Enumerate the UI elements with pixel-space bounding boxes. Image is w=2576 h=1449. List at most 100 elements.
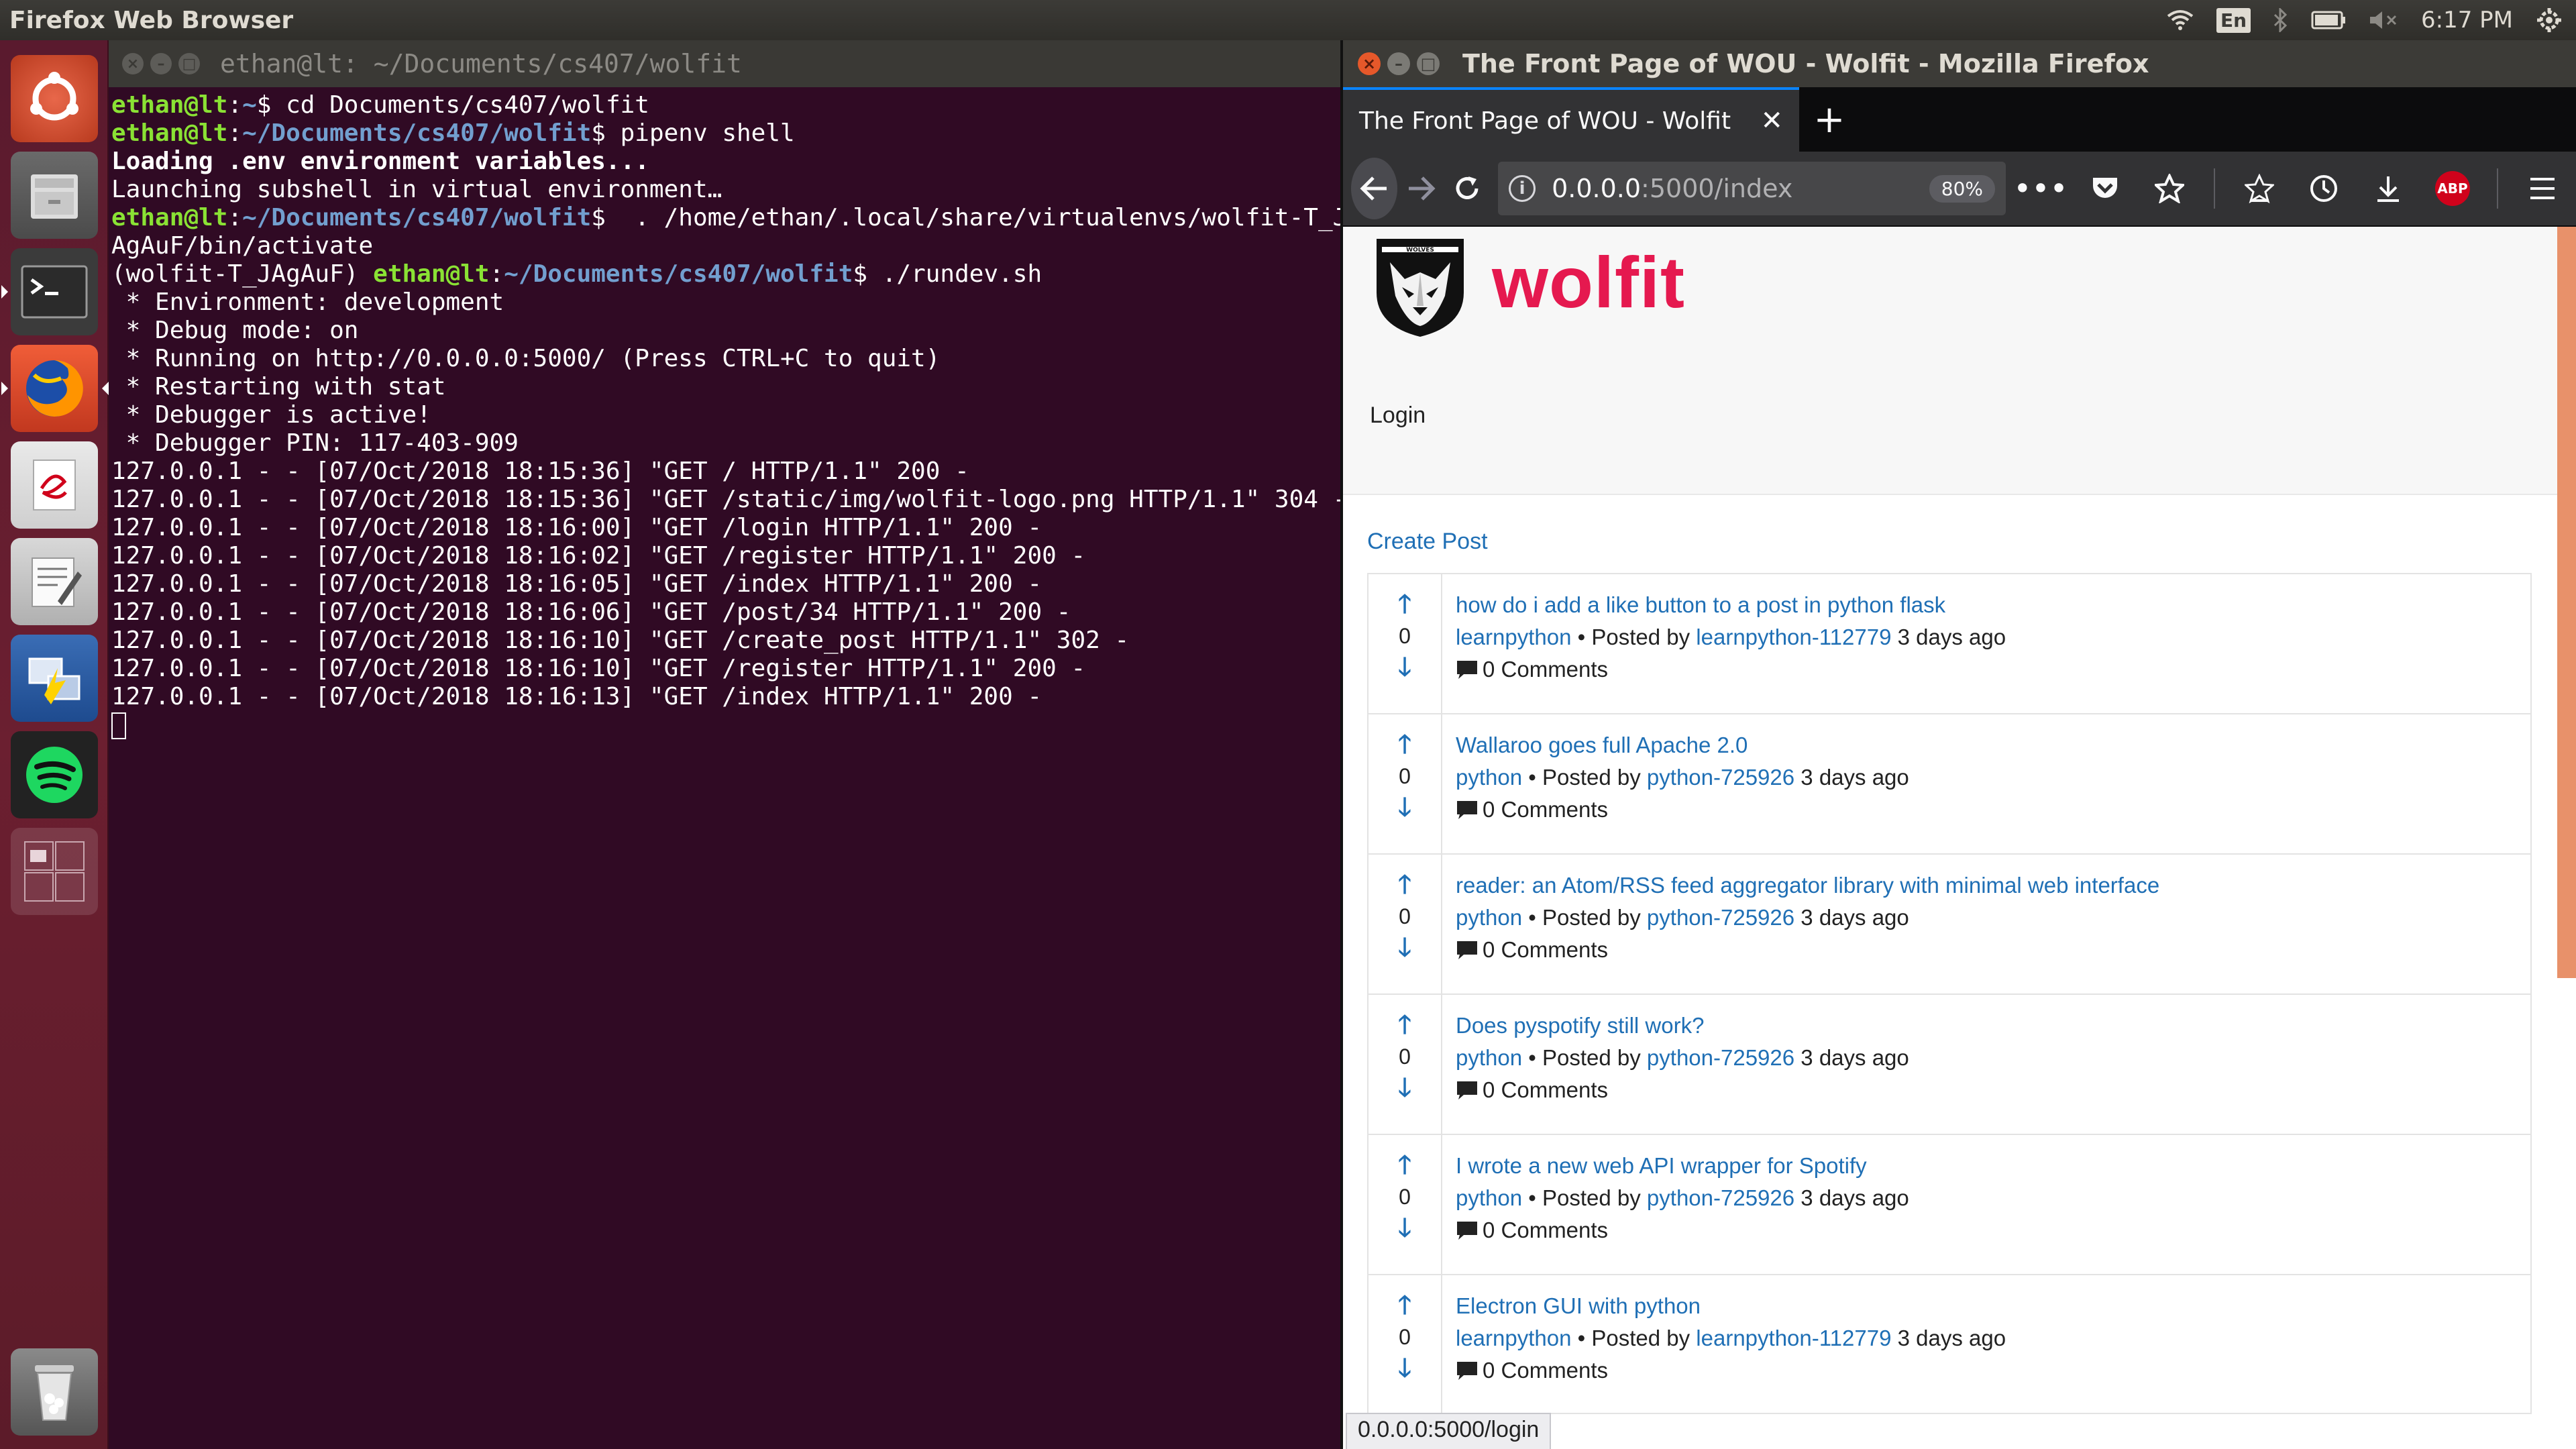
window-title: The Front Page of WOU - Wolfit - Mozilla…	[1462, 49, 2149, 78]
pocket-icon[interactable]	[2080, 158, 2131, 219]
post-title-link[interactable]: Does pyspotify still work?	[1456, 1010, 1909, 1042]
keyboard-layout-indicator[interactable]: En	[2216, 7, 2251, 33]
tab-wolfit[interactable]: The Front Page of WOU - Wolfit ✕	[1343, 87, 1799, 152]
downvote-arrow-icon[interactable]: 🡓	[1398, 652, 1411, 683]
upvote-arrow-icon[interactable]: 🡑	[1398, 1290, 1411, 1321]
library-icon[interactable]	[2234, 158, 2285, 219]
upvote-arrow-icon[interactable]: 🡑	[1398, 1150, 1411, 1181]
terminal-window[interactable]: × – □ ethan@lt: ~/Documents/cs407/wolfit…	[109, 40, 1340, 1449]
zoom-indicator[interactable]: 80%	[1929, 174, 1995, 203]
category-link[interactable]: python	[1456, 905, 1522, 930]
comments-link[interactable]: 0 Comments	[1456, 1354, 2006, 1387]
category-link[interactable]: python	[1456, 1185, 1522, 1210]
hamburger-menu-icon[interactable]	[2517, 158, 2568, 219]
url-text[interactable]: 0.0.0.0:5000/index	[1552, 174, 1929, 203]
category-link[interactable]: learnpython	[1456, 625, 1571, 649]
upvote-arrow-icon[interactable]: 🡑	[1398, 869, 1411, 900]
spotify-icon[interactable]	[11, 731, 98, 818]
output-text: 127.0.0.1 - - [07/Oct/2018 18:16:13] "GE…	[111, 683, 1042, 710]
reload-button[interactable]	[1444, 158, 1490, 219]
web-page[interactable]: WOLVES wolfit Login Create Post 🡑 0 🡓 how d…	[1343, 227, 2576, 1449]
remote-desktop-icon[interactable]	[11, 635, 98, 722]
terminal-line: 127.0.0.1 - - [07/Oct/2018 18:16:05] "GE…	[111, 570, 1338, 598]
bookmark-star-icon[interactable]	[2144, 158, 2195, 219]
category-link[interactable]: python	[1456, 765, 1522, 790]
minimize-icon[interactable]: –	[1387, 52, 1410, 75]
downvote-arrow-icon[interactable]: 🡓	[1398, 1213, 1411, 1244]
minimize-icon[interactable]: –	[150, 53, 172, 74]
terminal-line: * Environment: development	[111, 288, 1338, 317]
battery-icon[interactable]	[2311, 11, 2346, 30]
terminal-line: ethan@lt:~/Documents/cs407/wolfit$ . /ho…	[111, 204, 1340, 232]
downvote-arrow-icon[interactable]: 🡓	[1398, 1073, 1411, 1104]
scrollbar[interactable]	[2557, 227, 2576, 978]
downvote-arrow-icon[interactable]: 🡓	[1398, 1353, 1411, 1384]
back-button[interactable]	[1351, 158, 1398, 219]
author-link[interactable]: learnpython-112779	[1696, 625, 1891, 649]
upvote-arrow-icon[interactable]: 🡑	[1398, 1010, 1411, 1040]
post-title-link[interactable]: Wallaroo goes full Apache 2.0	[1456, 729, 1909, 761]
tab-close-icon[interactable]: ✕	[1760, 105, 1783, 136]
comments-link[interactable]: 0 Comments	[1456, 1214, 1909, 1246]
forward-button[interactable]	[1397, 158, 1444, 219]
post-title-link[interactable]: I wrote a new web API wrapper for Spotif…	[1456, 1150, 1909, 1182]
files-icon[interactable]	[11, 152, 98, 239]
post-age: 3 days ago	[1801, 1045, 1909, 1070]
maximize-icon[interactable]: □	[1417, 52, 1440, 75]
login-link[interactable]: Login	[1370, 402, 1426, 429]
close-icon[interactable]: ×	[1358, 52, 1381, 75]
post-item: 🡑 0 🡓 Does pyspotify still work? python • Po…	[1367, 994, 2532, 1134]
workspaces-icon[interactable]	[11, 828, 98, 915]
comments-link[interactable]: 0 Comments	[1456, 934, 2159, 966]
text-editor-icon[interactable]	[11, 538, 98, 625]
output-text: Loading .env environment variables...	[111, 148, 649, 175]
author-link[interactable]: learnpython-112779	[1696, 1326, 1891, 1350]
create-post-link[interactable]: Create Post	[1367, 529, 1488, 555]
site-logo-text[interactable]: wolfit	[1492, 240, 1685, 324]
vote-count: 0	[1399, 764, 1411, 788]
firefox-titlebar[interactable]: × – □ The Front Page of WOU - Wolfit - M…	[1343, 40, 2576, 87]
gear-icon[interactable]	[2536, 7, 2563, 34]
close-icon[interactable]: ×	[122, 53, 144, 74]
clock[interactable]: 6:17 PM	[2421, 7, 2513, 34]
terminal-output[interactable]: ethan@lt:~$ cd Documents/cs407/wolfit eth…	[109, 87, 1340, 743]
history-clock-icon[interactable]	[2298, 158, 2349, 219]
adblock-button[interactable]: ABP	[2427, 158, 2478, 219]
comments-link[interactable]: 0 Comments	[1456, 653, 2006, 686]
post-title-link[interactable]: how do i add a like button to a post in …	[1456, 589, 2006, 621]
comments-link[interactable]: 0 Comments	[1456, 794, 1909, 826]
downvote-arrow-icon[interactable]: 🡓	[1398, 932, 1411, 963]
url-bar[interactable]: i 0.0.0.0:5000/index 80%	[1498, 162, 2006, 215]
firefox-icon[interactable]	[1, 345, 109, 432]
upvote-arrow-icon[interactable]: 🡑	[1398, 589, 1411, 620]
url-host: 0.0.0.0	[1552, 174, 1642, 203]
output-text: * Debugger is active!	[111, 401, 431, 429]
firefox-window[interactable]: × – □ The Front Page of WOU - Wolfit - M…	[1340, 40, 2576, 1449]
terminal-icon[interactable]	[1, 248, 98, 335]
comments-link[interactable]: 0 Comments	[1456, 1074, 1909, 1106]
new-tab-button[interactable]: +	[1799, 87, 1860, 152]
bluetooth-icon[interactable]	[2273, 8, 2288, 32]
volume-muted-icon[interactable]	[2369, 9, 2398, 31]
author-link[interactable]: python-725926	[1647, 905, 1794, 930]
page-actions-icon[interactable]: •••	[2013, 158, 2068, 219]
post-title-link[interactable]: Electron GUI with python	[1456, 1290, 2006, 1322]
trash-icon[interactable]	[11, 1348, 98, 1436]
download-icon[interactable]	[2363, 158, 2414, 219]
ubuntu-dash-icon[interactable]	[11, 55, 98, 142]
upvote-arrow-icon[interactable]: 🡑	[1398, 729, 1411, 760]
command-text: $ cd Documents/cs407/wolfit	[256, 91, 649, 119]
author-link[interactable]: python-725926	[1647, 1185, 1794, 1210]
wifi-icon[interactable]	[2167, 9, 2194, 31]
category-link[interactable]: python	[1456, 1045, 1522, 1070]
terminal-titlebar[interactable]: × – □ ethan@lt: ~/Documents/cs407/wolfit	[109, 40, 1340, 87]
post-title-link[interactable]: reader: an Atom/RSS feed aggregator libr…	[1456, 869, 2159, 902]
category-link[interactable]: learnpython	[1456, 1326, 1571, 1350]
author-link[interactable]: python-725926	[1647, 1045, 1794, 1070]
downvote-arrow-icon[interactable]: 🡓	[1398, 792, 1411, 823]
wolf-logo-icon[interactable]: WOLVES	[1370, 232, 1470, 339]
author-link[interactable]: python-725926	[1647, 765, 1794, 790]
info-icon[interactable]: i	[1509, 175, 1536, 202]
evince-icon[interactable]	[11, 441, 98, 529]
maximize-icon[interactable]: □	[178, 53, 200, 74]
